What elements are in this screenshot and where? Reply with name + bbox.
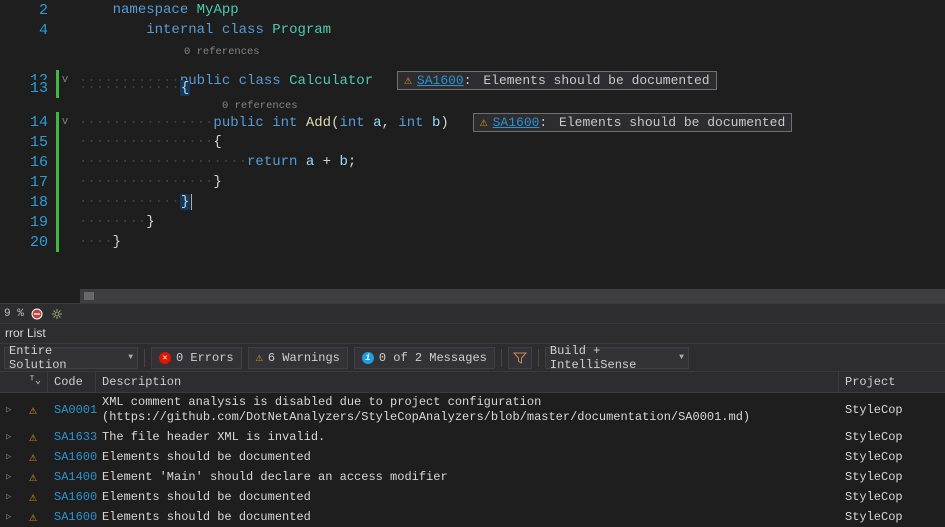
warning-icon: ⚠ (480, 115, 488, 130)
error-description: XML comment analysis is disabled due to … (96, 393, 839, 427)
error-code[interactable]: SA1600 (48, 508, 96, 526)
error-code[interactable]: SA1633 (48, 428, 96, 446)
code-line[interactable]: 2 namespace MyApp (0, 0, 945, 20)
error-code[interactable]: SA1600 (48, 448, 96, 466)
error-list-panel-title[interactable]: rror List (0, 323, 945, 343)
error-project: StyleCop (839, 428, 945, 446)
code-line[interactable]: 19········} (0, 212, 945, 232)
warning-icon: ⚠ (18, 448, 48, 467)
code-line[interactable]: 14v················public int Add(int a,… (0, 112, 945, 132)
error-list-row[interactable]: ▷⚠SA1600Elements should be documentedSty… (0, 487, 945, 507)
warnings-filter[interactable]: ⚠ 6 Warnings (248, 347, 348, 369)
codelens-references[interactable]: 0 references (222, 100, 298, 112)
error-project: StyleCop (839, 448, 945, 466)
error-list-row[interactable]: ▷⚠SA0001XML comment analysis is disabled… (0, 393, 945, 427)
column-code[interactable]: Code (48, 372, 96, 392)
editor-status-strip: 9 % (0, 303, 945, 323)
expand-toggle[interactable]: ▷ (0, 510, 18, 524)
error-list-toolbar: Entire Solution ▼ ✕ 0 Errors ⚠ 6 Warning… (0, 343, 945, 371)
code-line[interactable]: 15················{ (0, 132, 945, 152)
warning-icon: ⚠ (18, 401, 48, 420)
errors-filter[interactable]: ✕ 0 Errors (151, 347, 242, 369)
error-code[interactable]: SA1400 (48, 468, 96, 486)
error-list-row[interactable]: ▷⚠SA1600Elements should be documentedSty… (0, 507, 945, 527)
code-line[interactable]: 17················} (0, 172, 945, 192)
inline-warning[interactable]: ⚠SA1600: Elements should be documented (473, 113, 793, 132)
warning-icon: ⚠ (256, 350, 263, 365)
error-project: StyleCop (839, 468, 945, 486)
codelens-references[interactable]: 0 references (184, 46, 260, 58)
code-line[interactable]: 4 internal class Program (0, 20, 945, 40)
expand-toggle[interactable]: ▷ (0, 403, 18, 417)
expand-toggle[interactable]: ▷ (0, 430, 18, 444)
fold-toggle[interactable]: v (59, 116, 71, 128)
code-editor[interactable]: 2 namespace MyApp4 internal class Progra… (0, 0, 945, 303)
info-icon: i (362, 352, 374, 364)
code-line[interactable]: 18············} (0, 192, 945, 212)
code-line[interactable]: 13············{ (0, 78, 945, 98)
error-list-header[interactable]: ᵀ⌄ Code Description Project (0, 371, 945, 393)
error-description: The file header XML is invalid. (96, 428, 839, 447)
error-project: StyleCop (839, 508, 945, 526)
scope-dropdown[interactable]: Entire Solution ▼ (4, 347, 138, 369)
column-description[interactable]: Description (96, 372, 839, 392)
messages-filter[interactable]: i 0 of 2 Messages (354, 347, 495, 369)
chevron-down-icon: ▼ (128, 353, 133, 362)
error-list-row[interactable]: ▷⚠SA1633The file header XML is invalid.S… (0, 427, 945, 447)
settings-icon[interactable] (50, 307, 64, 321)
code-line[interactable]: 20····} (0, 232, 945, 252)
chevron-down-icon: ▼ (679, 353, 684, 362)
error-description: Elements should be documented (96, 488, 839, 507)
error-list-body[interactable]: ▷⚠SA0001XML comment analysis is disabled… (0, 393, 945, 527)
code-line[interactable]: 16····················return a + b; (0, 152, 945, 172)
warning-icon: ⚠ (18, 508, 48, 527)
expand-toggle[interactable]: ▷ (0, 470, 18, 484)
build-intellisense-dropdown[interactable]: Build + IntelliSense ▼ (545, 347, 689, 369)
error-code[interactable]: SA1600 (48, 488, 96, 506)
zoom-level[interactable]: 9 % (4, 308, 24, 320)
warning-icon: ⚠ (18, 428, 48, 447)
error-description: Element 'Main' should declare an access … (96, 468, 839, 487)
error-icon: ✕ (159, 352, 171, 364)
expand-toggle[interactable]: ▷ (0, 490, 18, 504)
error-project: StyleCop (839, 401, 945, 419)
column-project[interactable]: Project (839, 372, 945, 392)
error-project: StyleCop (839, 488, 945, 506)
error-code[interactable]: SA0001 (48, 401, 96, 419)
error-list-row[interactable]: ▷⚠SA1400Element 'Main' should declare an… (0, 467, 945, 487)
warning-icon: ⚠ (18, 488, 48, 507)
warning-icon: ⚠ (18, 468, 48, 487)
no-issues-icon (30, 307, 44, 321)
expand-toggle[interactable]: ▷ (0, 450, 18, 464)
error-description: Elements should be documented (96, 448, 839, 467)
horizontal-scrollbar[interactable] (80, 289, 945, 303)
error-list-row[interactable]: ▷⚠SA1600Elements should be documentedSty… (0, 447, 945, 467)
filter-button[interactable] (508, 347, 532, 369)
error-description: Elements should be documented (96, 508, 839, 527)
